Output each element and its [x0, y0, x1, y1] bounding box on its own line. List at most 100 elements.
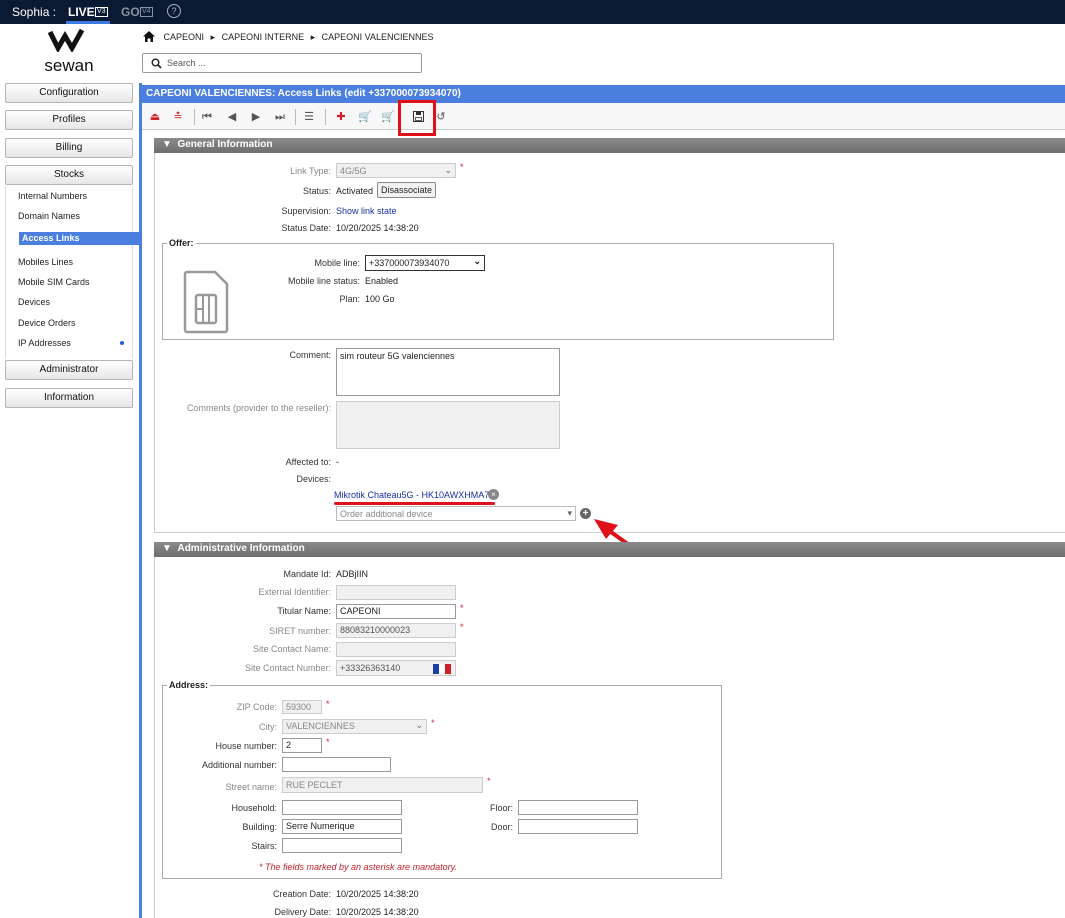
link-type-select: 4G/5G ⌄	[336, 163, 456, 178]
breadcrumb: CAPEONI ▸ CAPEONI INTERNE ▸ CAPEONI VALE…	[143, 31, 438, 43]
mobile-line-status-value: Enabled	[365, 276, 399, 286]
sidebar-item-device-orders[interactable]: Device Orders	[18, 318, 76, 328]
toolbar-separator	[295, 109, 296, 125]
sidebar-item-access-links[interactable]: Access Links	[19, 232, 139, 245]
first-record-icon[interactable]: ⏮	[201, 111, 213, 123]
additional-number-label: Additional number:	[201, 760, 277, 770]
status-date-label: Status Date:	[281, 223, 331, 233]
sewan-logo[interactable]: sewan	[38, 28, 100, 76]
sidebar-button-billing[interactable]: Billing	[5, 138, 133, 158]
house-number-input[interactable]: 2	[282, 738, 322, 753]
user-name: Sophia :	[12, 5, 57, 19]
household-label: Household:	[231, 803, 277, 813]
toolbar-separator	[325, 109, 326, 125]
titular-name-input[interactable]: CAPEONI	[336, 604, 456, 619]
additional-number-input[interactable]	[282, 757, 391, 772]
cart-upload-icon[interactable]: 🛒	[381, 111, 395, 123]
comments-provider-label: Comments (provider to the reseller):	[186, 403, 331, 413]
mobile-line-select[interactable]: +337000073934070 ⌄	[365, 255, 485, 271]
offer-fieldset: Offer:	[162, 238, 834, 340]
stairs-input[interactable]	[282, 838, 402, 853]
go-v4-link[interactable]: GO	[121, 5, 140, 19]
sidebar-button-stocks[interactable]: Stocks	[5, 165, 133, 185]
city-value: VALENCIENNES	[286, 721, 355, 731]
status-label: Status:	[302, 186, 331, 196]
status-date-value: 10/20/2025 14:38:20	[336, 223, 419, 233]
breadcrumb-item[interactable]: CAPEONI	[164, 32, 205, 42]
page-title: CAPEONI VALENCIENNES: Access Links (edit…	[142, 85, 1065, 103]
collapse-icon: ▼	[162, 543, 178, 554]
home-icon[interactable]	[143, 31, 155, 42]
add-to-cart-icon[interactable]: 🛒	[358, 111, 372, 123]
next-record-icon[interactable]: ▶	[250, 111, 262, 123]
sidebar-item-domain-names[interactable]: Domain Names	[18, 211, 80, 221]
help-icon[interactable]: ?	[167, 4, 181, 18]
list-icon[interactable]: ☰	[303, 111, 315, 123]
required-asterisk: *	[460, 622, 464, 632]
device-underline-annotation	[334, 502, 495, 505]
floor-label: Floor:	[489, 803, 513, 813]
administrative-information-header[interactable]: ▼ Administrative Information	[154, 542, 1065, 557]
sidebar-item-mobiles-lines[interactable]: Mobiles Lines	[18, 257, 73, 267]
floor-input[interactable]	[518, 800, 638, 815]
city-label: City:	[259, 722, 277, 732]
edit-list-icon[interactable]: ≛	[172, 111, 184, 123]
chevron-down-icon: ⌄	[444, 165, 452, 175]
logo-text: sewan	[44, 56, 94, 75]
order-device-placeholder: Order additional device	[340, 509, 433, 519]
disassociate-button[interactable]: Disassociate	[377, 182, 437, 198]
sidebar-item-internal-numbers[interactable]: Internal Numbers	[18, 191, 87, 201]
door-input[interactable]	[518, 819, 638, 834]
show-link-state-link[interactable]: Show link state	[336, 206, 397, 216]
sidebar-button-configuration[interactable]: Configuration	[5, 83, 133, 103]
affected-to-value: -	[336, 457, 339, 467]
zip-code-label: ZIP Code:	[236, 702, 277, 712]
required-asterisk: *	[326, 699, 330, 709]
offer-legend: Offer:	[169, 238, 194, 248]
administrative-information-title: Administrative Information	[177, 543, 305, 554]
chevron-right-icon: ▸	[210, 32, 216, 42]
chevron-down-icon: ⌄	[473, 256, 481, 266]
plan-value: 100 Go	[365, 294, 395, 304]
status-value: Activated	[336, 186, 374, 196]
site-contact-number-label: Site Contact Number:	[244, 663, 331, 673]
link-type-value: 4G/5G	[340, 166, 367, 176]
previous-record-icon[interactable]: ◀	[226, 111, 238, 123]
top-bar: Sophia : LIVE V3 GO V4 ?	[0, 0, 1065, 24]
remove-device-icon[interactable]: ×	[488, 489, 499, 500]
eject-icon[interactable]: ⏏	[149, 111, 161, 123]
sidebar-item-ip-addresses[interactable]: IP Addresses	[18, 338, 71, 348]
reset-icon[interactable]: ↺	[435, 111, 447, 123]
toolbar: ⏏ ≛ ⏮ ◀ ▶ ⏭ ☰ ✚ 🛒 🛒 ↺	[142, 103, 1065, 130]
required-asterisk: *	[487, 776, 491, 786]
sidebar-item-mobile-sim-cards[interactable]: Mobile SIM Cards	[18, 277, 90, 287]
delivery-date-label: Delivery Date:	[274, 907, 331, 917]
breadcrumb-item[interactable]: CAPEONI VALENCIENNES	[322, 32, 434, 42]
breadcrumb-item[interactable]: CAPEONI INTERNE	[222, 32, 305, 42]
site-contact-number-value: +33326363140	[340, 663, 401, 673]
live-v3-link[interactable]: LIVE	[68, 5, 95, 19]
france-flag-icon[interactable]	[433, 664, 451, 674]
logo-mark-icon	[48, 28, 85, 52]
sidebar-button-administrator[interactable]: Administrator	[5, 360, 133, 380]
street-name-input: RUE PECLET	[282, 777, 483, 793]
sidebar-button-profiles[interactable]: Profiles	[5, 110, 133, 130]
chevron-down-icon: ▾	[567, 508, 572, 518]
external-identifier-label: External Identifier:	[258, 587, 331, 597]
comment-textarea[interactable]: sim routeur 5G valenciennes	[336, 348, 560, 396]
device-link[interactable]: Mikrotik Chateau5G - HK10AWXHMA7	[334, 490, 489, 500]
search-input[interactable]: Search ...	[142, 53, 422, 73]
order-device-select[interactable]: Order additional device ▾	[336, 506, 576, 521]
last-record-icon[interactable]: ⏭	[274, 111, 286, 123]
house-number-label: House number:	[215, 741, 277, 751]
delivery-date-value: 10/20/2025 14:38:20	[336, 907, 419, 917]
devices-label: Devices:	[296, 474, 331, 484]
general-information-header[interactable]: ▼ General Information	[154, 138, 1065, 153]
supervision-label: Supervision:	[281, 206, 331, 216]
sidebar-item-devices[interactable]: Devices	[18, 297, 50, 307]
chevron-right-icon: ▸	[310, 32, 316, 42]
notification-dot	[120, 341, 124, 345]
sidebar-button-information[interactable]: Information	[5, 388, 133, 408]
add-icon[interactable]: ✚	[335, 111, 347, 123]
general-information-title: General Information	[177, 139, 273, 150]
